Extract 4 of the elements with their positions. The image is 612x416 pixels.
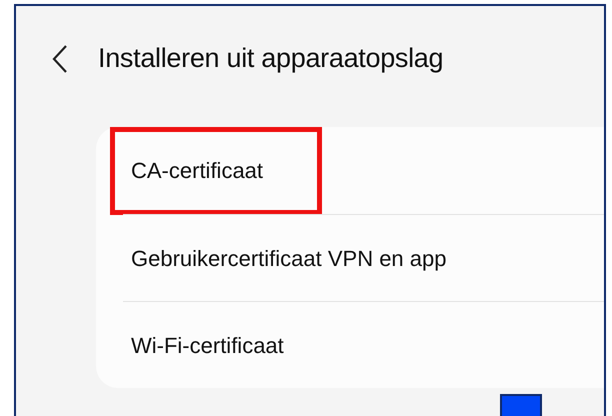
list-item[interactable]: Gebruikercertificaat VPN en app <box>131 242 446 274</box>
list-item[interactable]: CA-certificaat <box>131 154 264 187</box>
page-title: Installeren uit apparaatopslag <box>98 42 444 76</box>
list-item[interactable]: Wi-Fi-certificaat <box>131 328 284 362</box>
